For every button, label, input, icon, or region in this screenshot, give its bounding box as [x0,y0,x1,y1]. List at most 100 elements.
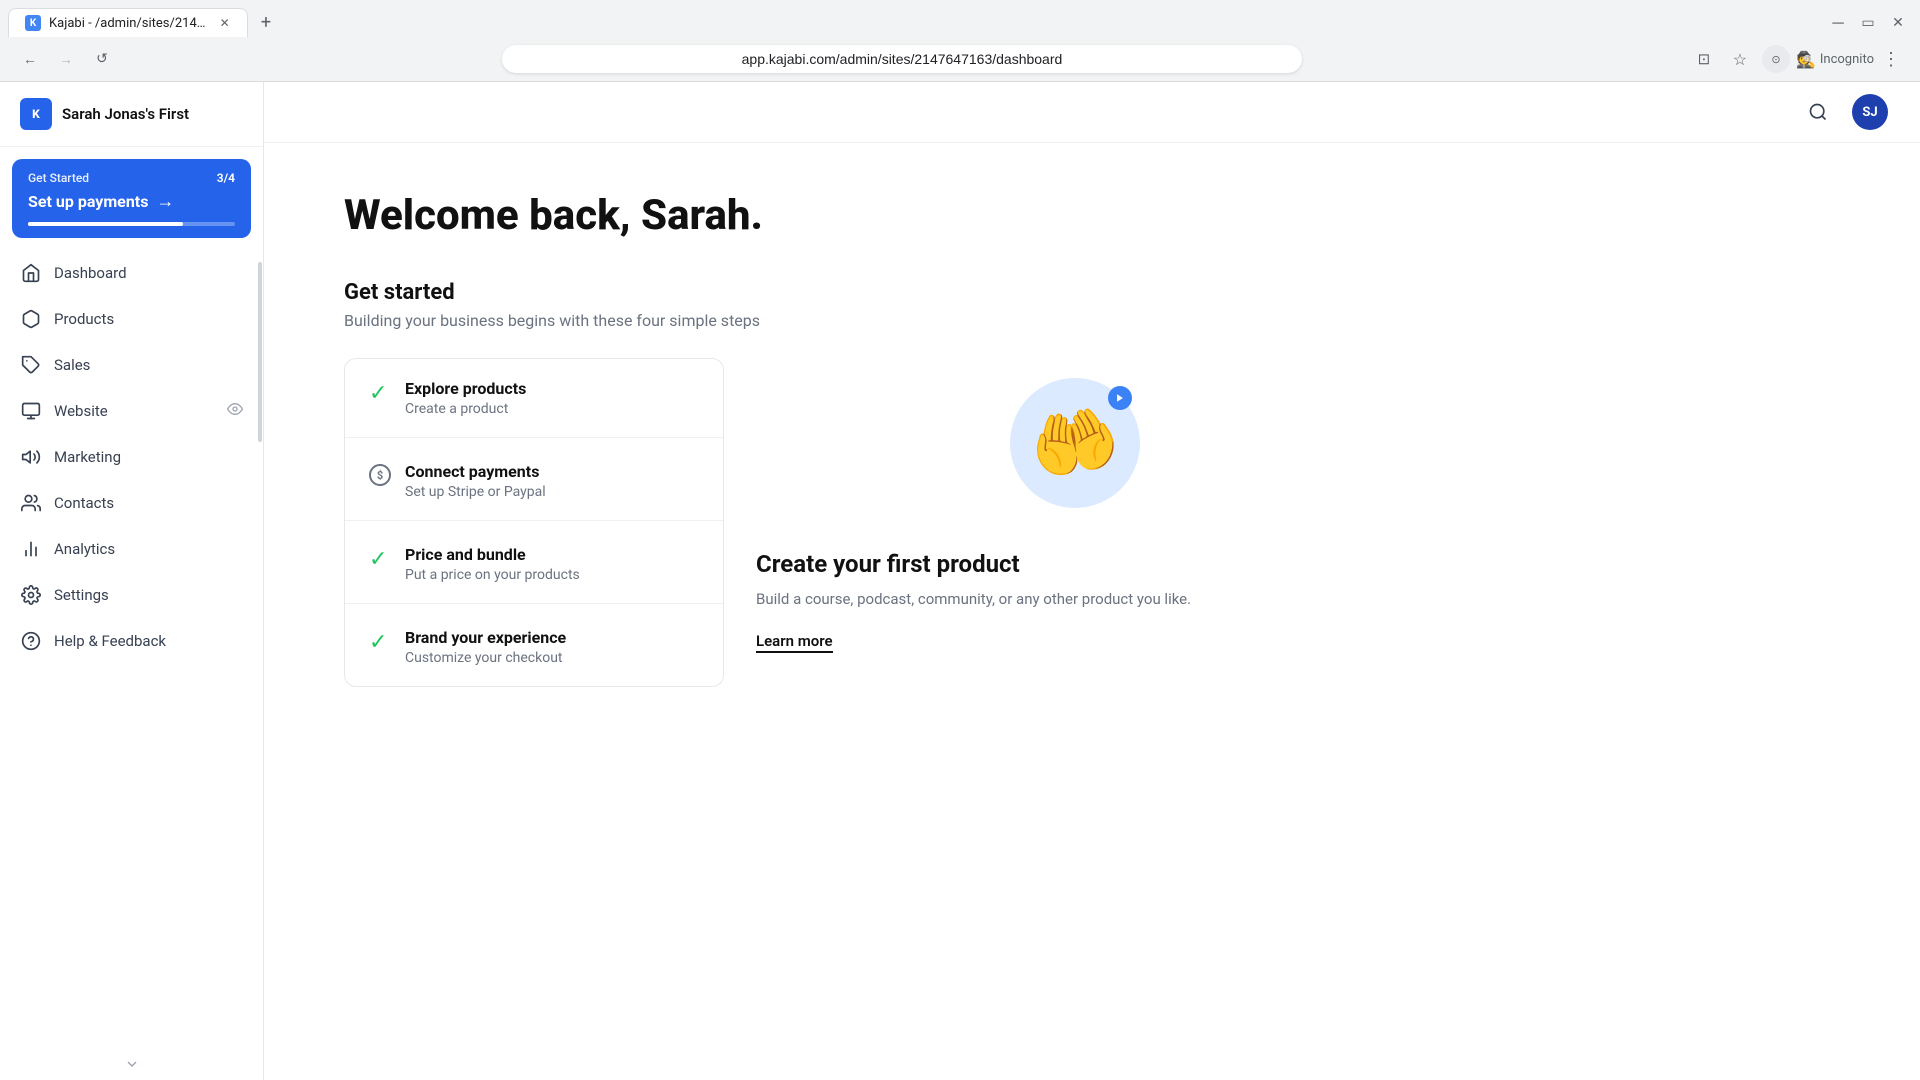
profile-icon[interactable]: ⊙ [1760,43,1792,75]
learn-more-link[interactable]: Learn more [756,632,833,653]
close-window-button[interactable]: ✕ [1884,9,1912,37]
sidebar-scroll-down[interactable] [0,1048,263,1080]
step-check-connect: $ [369,464,391,486]
get-started-arrow-icon: → [156,191,174,212]
sidebar-item-marketing[interactable]: Marketing [0,434,263,480]
back-button[interactable]: ← [16,45,44,73]
product-illustration: 🤲 [756,358,1384,518]
user-avatar[interactable]: SJ [1852,94,1888,130]
eye-icon [227,401,243,421]
get-started-top: Get Started 3/4 [28,171,235,185]
browser-menu-button[interactable]: ⋮ [1878,49,1904,70]
get-started-section: Get started Building your business begin… [344,280,1384,687]
get-started-title: Set up payments → [28,191,235,212]
sidebar-navigation: Dashboard Products Sales [0,242,263,1048]
sidebar-item-label-website: Website [54,402,215,420]
forward-button[interactable]: → [52,45,80,73]
sidebar-item-sales[interactable]: Sales [0,342,263,388]
sidebar-item-analytics[interactable]: Analytics [0,526,263,572]
checkmark-icon-brand: ✓ [369,630,387,655]
step-brand-experience[interactable]: ✓ Brand your experience Customize your c… [345,608,723,686]
step-price-bundle[interactable]: ✓ Price and bundle Put a price on your p… [345,525,723,604]
step-desc-brand: Customize your checkout [405,650,699,666]
incognito-indicator: 🕵 Incognito [1796,50,1874,69]
step-title-price: Price and bundle [405,545,699,564]
sidebar-item-settings[interactable]: Settings [0,572,263,618]
sidebar-item-help[interactable]: Help & Feedback [0,618,263,664]
tab-bar: K Kajabi - /admin/sites/214764716... ✕ +… [0,0,1920,37]
get-started-label: Get Started [28,171,89,185]
create-product-card: Create your first product Build a course… [756,542,1384,661]
step-content-explore: Explore products Create a product [405,379,699,417]
progress-bar-fill [28,222,183,226]
step-connect-payments[interactable]: $ Connect payments Set up Stripe or Payp… [345,442,723,521]
sidebar-logo: K [20,98,52,130]
step-content-connect: Connect payments Set up Stripe or Paypal [405,462,699,500]
step-content-brand: Brand your experience Customize your che… [405,628,699,666]
sidebar-item-label-help: Help & Feedback [54,632,243,650]
get-started-banner[interactable]: Get Started 3/4 Set up payments → [12,159,251,238]
active-tab[interactable]: K Kajabi - /admin/sites/214764716... ✕ [8,8,248,37]
progress-bar-background [28,222,235,226]
sidebar-scrollbar-thumb [258,262,262,442]
sidebar-item-label-marketing: Marketing [54,448,243,466]
step-explore-products[interactable]: ✓ Explore products Create a product [345,359,723,438]
step-check-price: ✓ [369,547,391,569]
sidebar-item-website[interactable]: Website [0,388,263,434]
sidebar-brand-name: Sarah Jonas's First [62,105,189,123]
steps-grid: ✓ Explore products Create a product $ [344,358,1384,687]
app-topbar: SJ [264,82,1920,143]
app-container: K Sarah Jonas's First Get Started 3/4 Se… [0,82,1920,1080]
home-icon [20,262,42,284]
step-desc-price: Put a price on your products [405,567,699,583]
sidebar-item-contacts[interactable]: Contacts [0,480,263,526]
cast-icon[interactable]: ⊡ [1688,43,1720,75]
right-panel: 🤲 Create your first product Build a cour [756,358,1384,687]
notification-badge [1108,386,1132,410]
section-title: Get started [344,280,1384,305]
steps-list: ✓ Explore products Create a product $ [344,358,724,687]
create-product-desc: Build a course, podcast, community, or a… [756,588,1384,611]
sidebar: K Sarah Jonas's First Get Started 3/4 Se… [0,82,264,1080]
refresh-button[interactable]: ↺ [88,45,116,73]
new-tab-button[interactable]: + [252,9,280,37]
sidebar-item-dashboard[interactable]: Dashboard [0,250,263,296]
minimize-button[interactable]: ─ [1824,9,1852,37]
search-button[interactable] [1800,94,1836,130]
topbar-right: SJ [1800,94,1888,130]
browser-chrome: K Kajabi - /admin/sites/214764716... ✕ +… [0,0,1920,82]
sidebar-item-label-contacts: Contacts [54,494,243,512]
profile-circle: ⊙ [1762,45,1790,73]
step-desc-connect: Set up Stripe or Paypal [405,484,699,500]
box-icon [20,308,42,330]
monitor-icon [20,400,42,422]
sidebar-item-label-products: Products [54,310,243,328]
main-content: SJ Welcome back, Sarah. Get started Buil… [264,82,1920,1080]
welcome-title: Welcome back, Sarah. [344,191,1384,240]
sidebar-item-products[interactable]: Products [0,296,263,342]
tab-close-button[interactable]: ✕ [218,15,231,31]
sidebar-header: K Sarah Jonas's First [0,82,263,147]
create-product-title: Create your first product [756,550,1384,578]
dollar-circle-icon: $ [369,464,391,486]
step-title-brand: Brand your experience [405,628,699,647]
address-right-controls: ⊡ ☆ ⊙ 🕵 Incognito ⋮ [1688,43,1904,75]
address-bar: ← → ↺ ⊡ ☆ ⊙ 🕵 Incognito ⋮ [0,37,1920,81]
illustration-circle: 🤲 [1010,378,1140,508]
bar-chart-icon [20,538,42,560]
url-bar[interactable] [502,45,1302,73]
checkmark-icon-price: ✓ [369,547,387,572]
megaphone-icon [20,446,42,468]
step-title-explore: Explore products [405,379,699,398]
sidebar-scrollbar[interactable] [257,262,263,1080]
section-subtitle: Building your business begins with these… [344,311,1384,330]
hand-emoji: 🤲 [1023,393,1126,492]
get-started-count: 3/4 [217,171,235,185]
dashboard-content: Welcome back, Sarah. Get started Buildin… [264,143,1464,767]
maximize-button[interactable]: ▭ [1854,9,1882,37]
step-check-brand: ✓ [369,630,391,652]
sidebar-item-label-settings: Settings [54,586,243,604]
tab-favicon: K [25,15,41,31]
bookmark-icon[interactable]: ☆ [1724,43,1756,75]
sidebar-item-label-dashboard: Dashboard [54,264,243,282]
